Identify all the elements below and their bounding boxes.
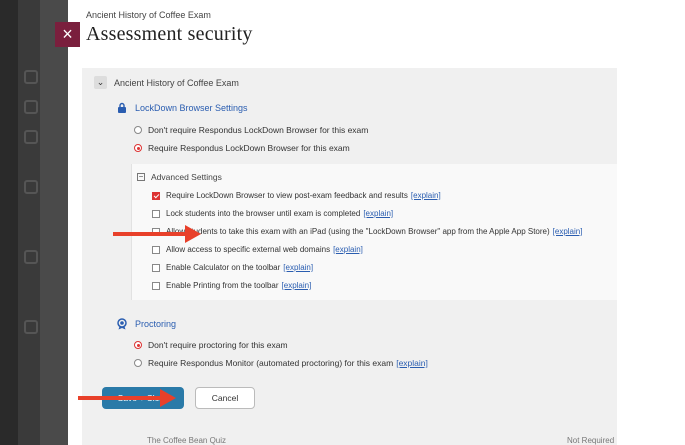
- radio-button[interactable]: [134, 144, 142, 152]
- radio-respondus-monitor[interactable]: Require Respondus Monitor (automated pro…: [134, 358, 428, 368]
- next-item-title: The Coffee Bean Quiz: [147, 436, 227, 445]
- next-item-status: Not Required: [567, 436, 615, 445]
- cancel-button[interactable]: Cancel: [195, 387, 255, 409]
- checkbox[interactable]: [152, 209, 160, 218]
- radio-lockdown-not-required[interactable]: Don't require Respondus LockDown Browser…: [134, 125, 368, 135]
- radio-proctoring-not-required[interactable]: Don't require proctoring for this exam: [134, 340, 288, 350]
- option-label: Lock students into the browser until exa…: [166, 209, 361, 218]
- option-label: Enable Printing from the toolbar: [166, 281, 279, 290]
- radio-lockdown-required[interactable]: Require Respondus LockDown Browser for t…: [134, 143, 350, 153]
- checkbox[interactable]: [152, 191, 160, 200]
- option-label: Require LockDown Browser to view post-ex…: [166, 191, 408, 200]
- background-app-strip: [0, 0, 18, 445]
- option-label: Enable Calculator on the toolbar: [166, 263, 281, 272]
- next-item-row: The Coffee Bean Quiz Not Required: [147, 436, 617, 445]
- advanced-settings-panel: − Advanced Settings Require LockDown Bro…: [131, 164, 617, 300]
- breadcrumb: Ancient History of Coffee Exam: [86, 10, 211, 20]
- background-nav-icon: [24, 130, 38, 144]
- explain-link[interactable]: [explain]: [411, 191, 441, 200]
- background-nav-icon: [24, 320, 38, 334]
- close-icon: ×: [62, 24, 73, 44]
- background-nav-icon: [24, 180, 38, 194]
- background-nav-icon: [24, 70, 38, 84]
- annotation-arrow: [113, 225, 201, 243]
- lockdown-section-title: LockDown Browser Settings: [135, 103, 248, 113]
- chevron-down-icon: ⌄: [94, 76, 107, 89]
- page-title: Assessment security: [86, 23, 253, 45]
- exam-toggle-label: Ancient History of Coffee Exam: [114, 77, 239, 88]
- option-external-domains[interactable]: Allow access to specific external web do…: [152, 245, 363, 254]
- radio-label: Require Respondus LockDown Browser for t…: [148, 143, 350, 153]
- explain-link[interactable]: [explain]: [363, 209, 393, 218]
- checkbox[interactable]: [152, 245, 160, 254]
- close-button[interactable]: ×: [55, 22, 80, 47]
- option-label: Allow access to specific external web do…: [166, 245, 331, 254]
- explain-link[interactable]: [explain]: [333, 245, 363, 254]
- radio-label: Don't require proctoring for this exam: [148, 340, 288, 350]
- checkbox[interactable]: [152, 281, 160, 290]
- lockdown-section-header: LockDown Browser Settings: [116, 102, 248, 114]
- option-allow-ipad[interactable]: Allow students to take this exam with an…: [152, 227, 582, 236]
- explain-link[interactable]: [explain]: [553, 227, 583, 236]
- explain-link[interactable]: [explain]: [283, 263, 313, 272]
- badge-icon: [117, 318, 127, 330]
- exam-toggle[interactable]: ⌄ Ancient History of Coffee Exam: [94, 76, 239, 89]
- option-label: Allow students to take this exam with an…: [166, 227, 550, 236]
- option-printing[interactable]: Enable Printing from the toolbar [explai…: [152, 281, 311, 290]
- collapse-icon: −: [137, 172, 145, 181]
- lock-icon: [118, 102, 126, 113]
- advanced-settings-title: Advanced Settings: [151, 172, 222, 182]
- checkbox[interactable]: [152, 263, 160, 272]
- background-nav-icon: [24, 250, 38, 264]
- annotation-arrow: [78, 389, 176, 407]
- radio-button[interactable]: [134, 126, 142, 134]
- radio-label: Require Respondus Monitor (automated pro…: [148, 358, 394, 368]
- explain-link[interactable]: [explain]: [396, 358, 428, 368]
- panel-header: Ancient History of Coffee Exam Assessmen…: [86, 10, 253, 46]
- explain-link[interactable]: [explain]: [282, 281, 312, 290]
- radio-label: Don't require Respondus LockDown Browser…: [148, 125, 369, 135]
- background-app-edge: [40, 0, 68, 445]
- radio-button[interactable]: [134, 359, 142, 367]
- option-lock-browser[interactable]: Lock students into the browser until exa…: [152, 209, 393, 218]
- proctoring-section-header: Proctoring: [116, 318, 176, 330]
- background-nav-icon: [24, 100, 38, 114]
- proctoring-section-title: Proctoring: [135, 319, 177, 329]
- advanced-settings-toggle[interactable]: − Advanced Settings: [137, 172, 222, 182]
- radio-button[interactable]: [134, 341, 142, 349]
- option-calculator[interactable]: Enable Calculator on the toolbar [explai…: [152, 263, 313, 272]
- option-post-exam-feedback[interactable]: Require LockDown Browser to view post-ex…: [152, 191, 441, 200]
